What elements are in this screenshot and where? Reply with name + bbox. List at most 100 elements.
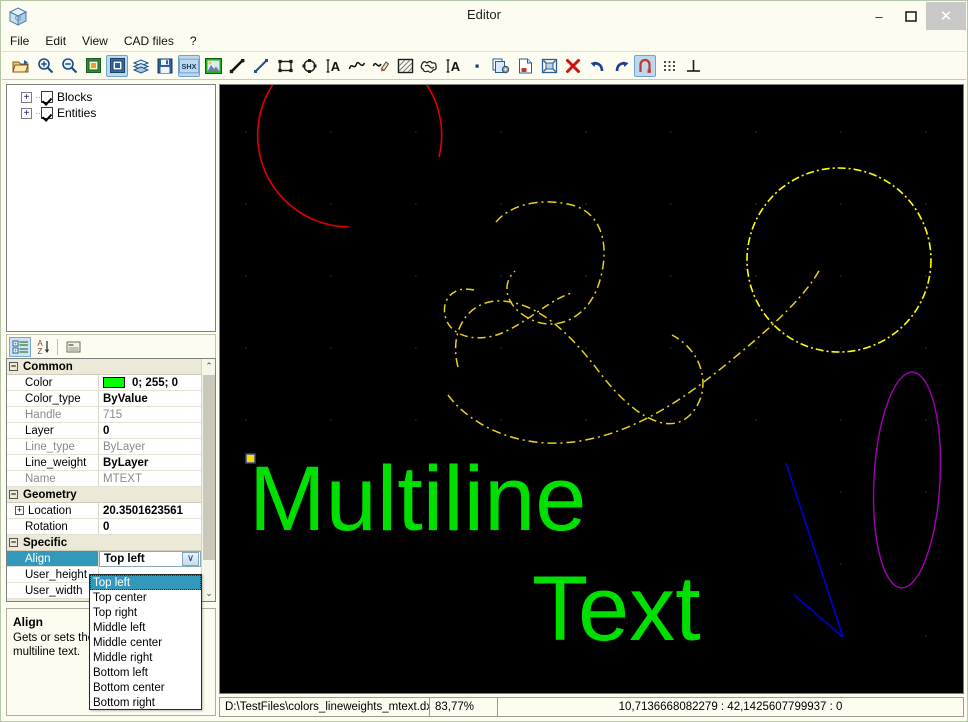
scroll-up-arrow[interactable]: ⌃	[202, 359, 215, 374]
save-icon[interactable]	[154, 55, 176, 77]
raster-image-icon[interactable]	[202, 55, 224, 77]
grid-snap-icon[interactable]	[658, 55, 680, 77]
property-pages-icon[interactable]	[62, 337, 84, 357]
dropdown-option-middle-left[interactable]: Middle left	[90, 620, 201, 635]
dropdown-option-top-center[interactable]: Top center	[90, 590, 201, 605]
mtext-icon[interactable]: A	[442, 55, 464, 77]
layers-icon[interactable]	[130, 55, 152, 77]
expand-icon[interactable]: +	[15, 506, 24, 515]
property-value[interactable]: ByLayer	[99, 455, 201, 470]
property-row-layer[interactable]: Layer 0	[7, 423, 201, 439]
osnap-icon[interactable]	[634, 54, 656, 77]
zoom-extents-icon[interactable]	[106, 54, 128, 77]
ortho-icon[interactable]	[682, 55, 704, 77]
property-value: MTEXT	[103, 472, 142, 485]
property-value[interactable]: 20.3501623561	[99, 503, 201, 518]
block-icon[interactable]	[418, 55, 440, 77]
property-value[interactable]: 0	[99, 423, 201, 438]
cad-drawing[interactable]: Multiline Text	[220, 85, 963, 693]
zoom-window-icon[interactable]	[82, 55, 104, 77]
property-value[interactable]: ByValue	[99, 391, 201, 406]
status-coordinates: 10,7136668082279 : 42,1425607799937 : 0	[497, 697, 964, 717]
dropdown-option-bottom-center[interactable]: Bottom center	[90, 680, 201, 695]
property-row-color-type[interactable]: Color_type ByValue	[7, 391, 201, 407]
menu-file[interactable]: File	[2, 32, 37, 50]
color-swatch	[103, 377, 125, 388]
menu-view[interactable]: View	[74, 32, 116, 50]
chevron-down-icon[interactable]: ∨	[182, 552, 199, 566]
delete-icon[interactable]	[562, 55, 584, 77]
expand-icon[interactable]: +	[21, 91, 32, 103]
checkbox-blocks[interactable]	[41, 91, 53, 103]
dropdown-option-middle-center[interactable]: Middle center	[90, 635, 201, 650]
property-row-location[interactable]: + Location 20.3501623561	[7, 503, 201, 519]
property-category-geometry[interactable]: − Geometry	[7, 487, 201, 503]
close-button[interactable]: ✕	[926, 2, 966, 30]
align-combobox[interactable]: Top left ∨	[99, 551, 201, 567]
property-category-common[interactable]: − Common	[7, 359, 201, 375]
dropdown-option-middle-right[interactable]: Middle right	[90, 650, 201, 665]
align-dropdown-list[interactable]: Top left Top center Top right Middle lef…	[89, 574, 202, 710]
collapse-icon[interactable]: −	[9, 490, 18, 499]
property-row-line-type[interactable]: Line_type ByLayer	[7, 439, 201, 455]
mtext-line-1[interactable]: Multiline	[249, 448, 586, 550]
svg-text:+: +	[14, 341, 17, 347]
alphabetic-sort-icon[interactable]: A Z	[31, 337, 53, 357]
property-grid[interactable]: − Common Color 0; 255; 0 Color_type ByVa…	[6, 358, 216, 602]
menu-cad-files[interactable]: CAD files	[116, 32, 182, 50]
collapse-icon[interactable]: −	[9, 538, 18, 547]
menu-help[interactable]: ?	[182, 32, 205, 50]
tree-node-entities[interactable]: + ·· Entities	[9, 105, 213, 121]
dropdown-option-bottom-left[interactable]: Bottom left	[90, 665, 201, 680]
collapse-icon[interactable]: −	[9, 362, 18, 371]
open-file-icon[interactable]	[10, 55, 32, 77]
expand-icon[interactable]: +	[21, 107, 32, 119]
point-icon[interactable]	[466, 55, 488, 77]
zoom-in-icon[interactable]	[34, 55, 56, 77]
circle-icon[interactable]	[298, 55, 320, 77]
property-row-name[interactable]: Name MTEXT	[7, 471, 201, 487]
property-row-color[interactable]: Color 0; 255; 0	[7, 375, 201, 391]
selection-grip[interactable]	[245, 453, 256, 464]
new-page-icon[interactable]	[514, 55, 536, 77]
mtext-line-2[interactable]: Text	[532, 558, 701, 660]
copy-properties-icon[interactable]	[490, 55, 512, 77]
undo-icon[interactable]	[586, 55, 608, 77]
text-icon[interactable]: A	[322, 55, 344, 77]
drawing-canvas[interactable]: Multiline Text	[219, 84, 964, 694]
dropdown-option-top-right[interactable]: Top right	[90, 605, 201, 620]
property-category-specific[interactable]: − Specific	[7, 535, 201, 551]
spline-icon[interactable]	[346, 55, 368, 77]
redo-icon[interactable]	[610, 55, 632, 77]
polyline-icon[interactable]	[226, 55, 248, 77]
property-value[interactable]: 0; 255; 0	[99, 375, 201, 390]
property-row-rotation[interactable]: Rotation 0	[7, 519, 201, 535]
status-file-path: D:\TestFiles\colors_lineweights_mtext.dx…	[219, 697, 435, 717]
checkbox-entities[interactable]	[41, 107, 53, 119]
shx-fonts-icon[interactable]: SHX	[178, 54, 200, 77]
hatch-icon[interactable]	[394, 55, 416, 77]
property-row-line-weight[interactable]: Line_weight ByLayer	[7, 455, 201, 471]
maximize-button[interactable]	[892, 2, 930, 30]
property-grid-scrollbar[interactable]: ⌃ ⌄	[201, 359, 215, 601]
model-tree[interactable]: + ·· Blocks + ·· Entities	[6, 84, 216, 332]
title-bar: Editor – ✕	[1, 1, 967, 31]
dropdown-option-bottom-right[interactable]: Bottom right	[90, 695, 201, 710]
scroll-down-arrow[interactable]: ⌄	[202, 586, 215, 601]
category-label: Specific	[23, 536, 68, 549]
menu-edit[interactable]: Edit	[37, 32, 74, 50]
property-row-handle[interactable]: Handle 715	[7, 407, 201, 423]
zoom-out-icon[interactable]	[58, 55, 80, 77]
tree-node-blocks[interactable]: + ·· Blocks	[9, 89, 213, 105]
line-icon[interactable]	[250, 55, 272, 77]
rectangle-icon[interactable]	[274, 55, 296, 77]
property-name: Rotation	[7, 519, 99, 534]
scrollbar-thumb[interactable]	[203, 375, 215, 560]
property-grid-toolbar: + + A Z	[6, 334, 216, 358]
dropdown-option-top-left[interactable]: Top left	[90, 575, 201, 590]
property-value[interactable]: 0	[99, 519, 201, 534]
categorized-view-icon[interactable]: + +	[9, 336, 31, 357]
property-row-align[interactable]: Align Top left ∨	[7, 551, 201, 567]
freehand-icon[interactable]	[370, 55, 392, 77]
fit-icon[interactable]	[538, 55, 560, 77]
